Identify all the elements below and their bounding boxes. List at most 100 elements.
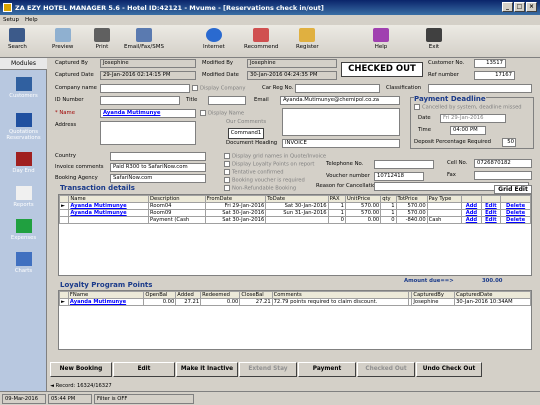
company-field[interactable] bbox=[100, 84, 190, 93]
minimize-button[interactable]: _ bbox=[502, 2, 513, 12]
extend-stay-button[interactable]: Extend Stay bbox=[239, 362, 297, 377]
invoice-comments-field[interactable]: Paid R300 to SafariNow.com bbox=[110, 163, 206, 172]
column-header[interactable]: FromDate bbox=[204, 195, 267, 203]
sidebar-item-reservations[interactable]: Quotations Reservations bbox=[0, 113, 47, 141]
new-booking-button[interactable]: New Booking bbox=[50, 362, 112, 377]
title-select[interactable] bbox=[208, 96, 246, 105]
grid-edit-button[interactable]: Grid Edit bbox=[494, 185, 532, 194]
email-field[interactable]: Ayanda.Mutimunye@chemipol.co.za bbox=[280, 96, 400, 105]
deposit-label: Deposit Percentage Required bbox=[414, 139, 491, 145]
menu-setup[interactable]: Setup bbox=[3, 17, 19, 23]
edit-button[interactable]: Edit bbox=[113, 362, 175, 377]
menu-help[interactable]: Help bbox=[25, 17, 38, 23]
undo-check-out-button[interactable]: Undo Check Out bbox=[416, 362, 482, 377]
deposit-field[interactable]: 50 bbox=[502, 138, 516, 147]
column-header[interactable] bbox=[480, 195, 502, 203]
exit-button[interactable]: Exit bbox=[426, 28, 442, 50]
sidebar-item-customers[interactable]: Customers bbox=[0, 77, 47, 99]
search-button[interactable]: Search bbox=[8, 28, 27, 50]
classification-select[interactable] bbox=[428, 84, 532, 93]
maximize-button[interactable]: □ bbox=[514, 2, 525, 12]
telephone-label: Telephone No. bbox=[326, 161, 364, 167]
table-row[interactable]: Ayanda Mutimunye Room09 Sat 30-Jan-2016 Sun… bbox=[58, 209, 531, 217]
customer-no-field[interactable]: 13517 bbox=[474, 59, 506, 68]
column-header[interactable]: UnitPrice bbox=[344, 195, 382, 203]
table-row[interactable]: ► Ayanda Mutimunye Room04 Fri 29-Jan-2016 Sa… bbox=[58, 202, 531, 210]
edit-link[interactable]: Edit bbox=[480, 202, 502, 210]
add-link[interactable]: Add bbox=[461, 216, 482, 224]
column-header[interactable]: ToDate bbox=[265, 195, 329, 203]
delete-link[interactable]: Delete bbox=[500, 216, 531, 224]
preview-icon bbox=[54, 28, 71, 42]
make-inactive-button[interactable]: Make it Inactive bbox=[176, 362, 238, 377]
display-company-checkbox[interactable]: Display Company bbox=[192, 85, 245, 92]
column-header[interactable]: Name bbox=[68, 195, 150, 203]
customer-link[interactable]: Ayanda Mutimunye bbox=[68, 209, 150, 217]
column-header[interactable]: FName bbox=[67, 291, 145, 299]
customer-link[interactable]: Ayanda Mutimunye bbox=[67, 298, 145, 306]
column-header[interactable]: Description bbox=[148, 195, 206, 203]
country-select[interactable] bbox=[110, 152, 206, 161]
customer-link[interactable]: Ayanda Mutimunye bbox=[68, 202, 150, 210]
cancelled-by-system-checkbox[interactable]: Cancelled by system, deadline missed bbox=[414, 104, 522, 111]
internet-button[interactable]: Internet bbox=[203, 28, 225, 50]
sidebar-item-reports[interactable]: Reports bbox=[0, 186, 47, 208]
preview-button[interactable]: Preview bbox=[52, 28, 73, 50]
address-field[interactable] bbox=[100, 121, 196, 145]
column-header[interactable]: Pay Type bbox=[426, 195, 463, 203]
document-heading-field[interactable]: INVOICE bbox=[282, 139, 400, 148]
table-cell: 1 bbox=[327, 209, 346, 217]
name-field[interactable]: Ayanda Mutimunye bbox=[100, 109, 196, 118]
column-header[interactable]: qty bbox=[380, 195, 397, 203]
column-header[interactable] bbox=[461, 195, 482, 203]
payment-button[interactable]: Payment bbox=[298, 362, 356, 377]
column-header[interactable]: PAX bbox=[327, 195, 346, 203]
help-button[interactable]: Help bbox=[373, 28, 389, 50]
cell-field[interactable]: 0726870182 bbox=[474, 159, 532, 168]
voucher-field[interactable]: 10712418 bbox=[374, 172, 424, 181]
print-button[interactable]: Print bbox=[94, 28, 110, 50]
edit-link[interactable]: Edit bbox=[480, 209, 502, 217]
recommend-button[interactable]: Recommend bbox=[244, 28, 278, 50]
edit-link[interactable]: Edit bbox=[480, 216, 502, 224]
column-header[interactable]: Added bbox=[175, 291, 202, 299]
display-grid-names-checkbox[interactable]: Display grid names in Quote/Invoice bbox=[224, 153, 326, 160]
booking-agency-select[interactable]: SafariNow.com bbox=[110, 174, 206, 183]
delete-link[interactable]: Delete bbox=[500, 209, 531, 217]
checked-out-button[interactable]: Checked Out bbox=[357, 362, 415, 377]
tentative-confirmed-checkbox[interactable]: Tentative confirmed bbox=[224, 169, 284, 176]
car-reg-field[interactable] bbox=[295, 84, 380, 93]
delete-link[interactable]: Delete bbox=[500, 202, 531, 210]
sidebar-item-charts[interactable]: Charts bbox=[0, 252, 47, 274]
close-button[interactable]: × bbox=[526, 2, 537, 12]
column-header[interactable]: Comments bbox=[271, 291, 409, 299]
column-header[interactable]: Redeemed bbox=[200, 291, 241, 299]
column-header[interactable]: CloseBal bbox=[239, 291, 273, 299]
our-comments-field[interactable] bbox=[282, 108, 400, 136]
table-row[interactable]: ► Ayanda Mutimunye 0.00 27.21 0.00 27.21 72.79… bbox=[59, 298, 531, 306]
display-name-checkbox[interactable]: Display Name bbox=[200, 110, 244, 117]
table-row[interactable]: Payment (Cash Sat 30-Jan-2016 0 0.00 0 -840.0… bbox=[58, 216, 531, 224]
display-loyalty-checkbox[interactable]: Display Loyalty Points on report bbox=[224, 161, 314, 168]
add-link[interactable]: Add bbox=[461, 209, 482, 217]
column-header[interactable]: CapturedBy bbox=[411, 291, 456, 299]
ref-number-field[interactable]: 17167 bbox=[474, 71, 515, 80]
sidebar-item-expenses[interactable]: Expenses bbox=[0, 219, 47, 241]
add-link[interactable]: Add bbox=[461, 202, 482, 210]
voucher-required-checkbox[interactable]: Booking voucher is required bbox=[224, 177, 305, 184]
non-refundable-checkbox[interactable]: Non-Refundable Booking bbox=[224, 185, 296, 192]
email-button[interactable]: Email/Fax/SMS bbox=[124, 28, 164, 50]
register-button[interactable]: Register bbox=[296, 28, 319, 50]
telephone-field[interactable] bbox=[374, 160, 434, 169]
column-header[interactable]: OpenBal bbox=[143, 291, 177, 299]
column-header[interactable]: TotPrice bbox=[395, 195, 428, 203]
column-header[interactable] bbox=[500, 195, 531, 203]
id-number-field[interactable] bbox=[100, 96, 180, 105]
column-header[interactable]: CapturedDate bbox=[454, 291, 531, 299]
record-navigator[interactable]: ◄ Record: 16324/16327 bbox=[50, 382, 210, 390]
sidebar-item-day-end[interactable]: Day End bbox=[0, 152, 47, 174]
deadline-date-field[interactable]: Fri 29-Jan-2016 bbox=[440, 114, 506, 123]
fax-field[interactable] bbox=[474, 171, 532, 180]
deadline-time-field[interactable]: 04:00 PM bbox=[450, 126, 486, 135]
table-cell: 0 bbox=[327, 216, 346, 224]
